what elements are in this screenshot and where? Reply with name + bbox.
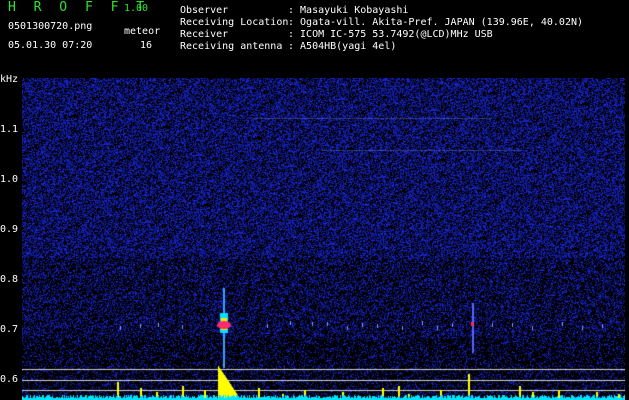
meteor-count: 16 bbox=[140, 40, 153, 51]
y-unit-label: kHz bbox=[0, 74, 19, 85]
file-datetime: 05.01.30 07:20 bbox=[8, 40, 93, 51]
app-version: 1.00 bbox=[124, 3, 149, 14]
receiver-value: : ICOM IC-575 53.7492(@LCD)MHz USB bbox=[288, 29, 493, 40]
meteor-label: meteor bbox=[124, 26, 161, 37]
y-tick-0-8: 0.8 bbox=[0, 274, 19, 285]
spectrogram-plot bbox=[22, 78, 625, 400]
y-tick-0-7: 0.7 bbox=[0, 324, 19, 335]
y-tick-1-1: 1.1 bbox=[0, 124, 19, 135]
y-tick-0-9: 0.9 bbox=[0, 224, 19, 235]
observer-value: : Masayuki Kobayashi bbox=[288, 5, 409, 16]
file-name: 0501300720.png bbox=[8, 21, 93, 32]
location-label: Receiving Location bbox=[180, 17, 289, 28]
spectrogram-canvas bbox=[22, 78, 625, 400]
observer-label: Observer bbox=[180, 5, 229, 16]
location-value: : Ogata-vill. Akita-Pref. JAPAN (139.96E… bbox=[288, 17, 584, 28]
y-tick-0-6: 0.6 bbox=[0, 374, 19, 385]
receiver-label: Receiver bbox=[180, 29, 229, 40]
antenna-value: : A504HB(yagi 4el) bbox=[288, 41, 397, 52]
y-tick-1-0: 1.0 bbox=[0, 174, 19, 185]
header-panel: H R O F F T 1.00 0501300720.png meteor 0… bbox=[0, 0, 629, 75]
antenna-label: Receiving antenna bbox=[180, 41, 283, 52]
